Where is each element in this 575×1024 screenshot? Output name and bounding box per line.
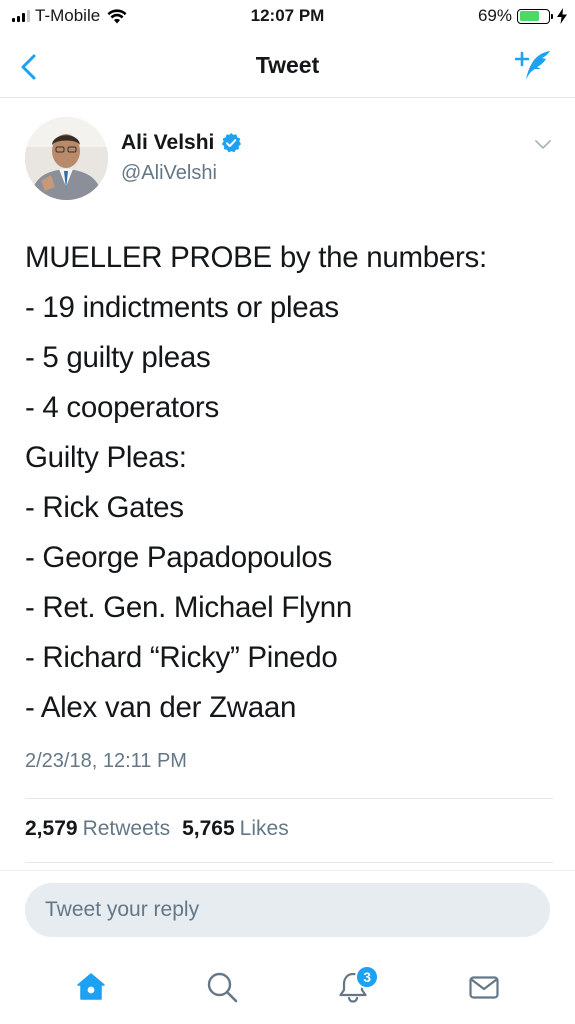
battery-fill — [519, 11, 539, 21]
battery-percent: 69% — [477, 6, 512, 25]
tweet-line: - Richard “Ricky” Pinedo — [25, 641, 338, 674]
tab-search[interactable] — [192, 957, 252, 1017]
tweet-line: - Alex van der Zwaan — [25, 691, 297, 724]
tab-messages[interactable] — [454, 957, 514, 1017]
verified-badge-icon — [222, 132, 242, 153]
tweet-line: - Rick Gates — [25, 491, 184, 524]
page-title: Tweet — [255, 52, 320, 78]
search-icon — [207, 972, 238, 1003]
retweets-stat[interactable]: 2,579 Retweets — [25, 817, 170, 841]
likes-stat[interactable]: 5,765 Likes — [182, 817, 289, 841]
reply-input[interactable]: Tweet your reply — [25, 883, 550, 937]
home-icon — [76, 973, 105, 1000]
tweet-line: - 5 guilty pleas — [25, 341, 211, 374]
author-name: Ali Velshi — [121, 131, 215, 154]
tab-home[interactable] — [61, 957, 121, 1017]
likes-label: Likes — [239, 817, 289, 840]
bolt-icon — [557, 8, 567, 24]
tweet-line: - George Papadopoulos — [25, 541, 332, 574]
compose-tweet-button[interactable] — [514, 48, 553, 84]
status-right: 69% — [478, 6, 567, 26]
divider — [25, 862, 553, 863]
messages-envelope-icon — [469, 976, 499, 999]
author-name-row[interactable]: Ali Velshi — [121, 131, 242, 155]
battery-icon — [517, 8, 550, 24]
navigation-bar: Tweet — [0, 34, 575, 98]
tweet-line: Guilty Pleas: — [25, 441, 187, 474]
chevron-down-icon — [535, 140, 551, 149]
tweet-timestamp: 2/23/18, 12:11 PM — [25, 750, 187, 772]
divider — [25, 798, 553, 799]
tweet-stats: 2,579 Retweets 5,765 Likes — [25, 817, 301, 841]
retweets-label: Retweets — [82, 817, 171, 840]
tweet-line: - Ret. Gen. Michael Flynn — [25, 591, 352, 624]
tweet-line: - 4 cooperators — [25, 391, 219, 424]
tweet-line: - 19 indictments or pleas — [25, 291, 339, 324]
avatar[interactable] — [25, 117, 108, 200]
tweet-text: MUELLER PROBE by the numbers: - 19 indic… — [25, 233, 565, 733]
reply-bar: Tweet your reply — [0, 870, 575, 950]
bottom-tab-bar: 3 — [0, 950, 575, 1024]
tweet-author-header: Ali Velshi @AliVelshi — [25, 117, 555, 205]
notifications-badge: 3 — [355, 965, 380, 989]
tab-notifications[interactable]: 3 — [323, 957, 383, 1017]
author-handle[interactable]: @AliVelshi — [121, 162, 217, 185]
compose-tweet-icon — [514, 51, 550, 80]
status-bar: T-Mobile 12:07 PM 69% — [0, 0, 575, 34]
tweet-line: MUELLER PROBE by the numbers: — [25, 241, 487, 274]
tweet-options-button[interactable] — [534, 135, 552, 153]
retweets-count: 2,579 — [25, 817, 78, 840]
battery-cap — [551, 13, 553, 19]
likes-count: 5,765 — [182, 817, 235, 840]
author-photo — [25, 117, 108, 200]
